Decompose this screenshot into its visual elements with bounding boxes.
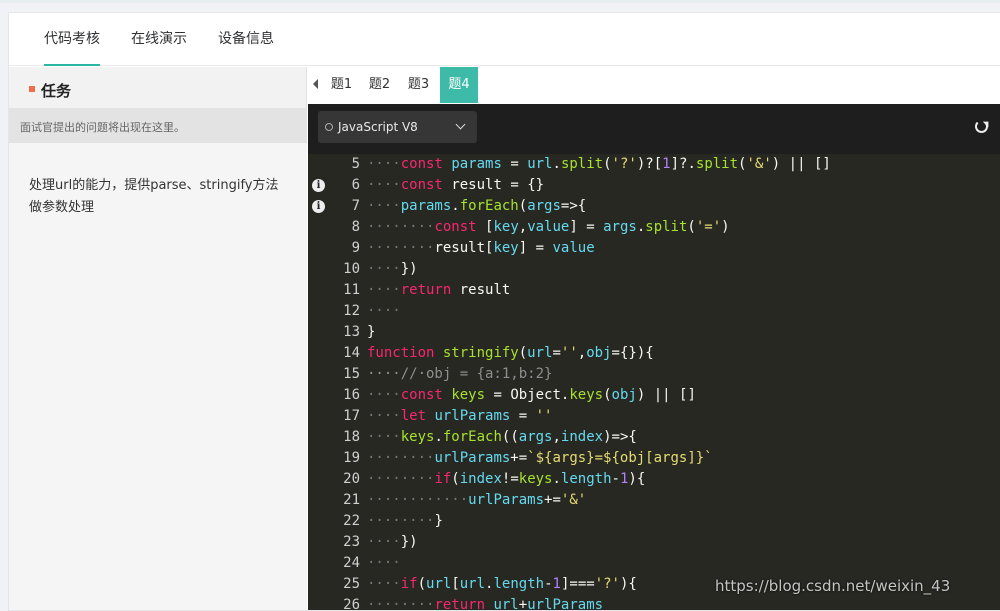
chevron-down-icon xyxy=(455,119,466,130)
line-number: 8 xyxy=(351,219,360,235)
code-text: ···· xyxy=(367,303,401,319)
code-text: ···· xyxy=(367,555,401,571)
line-number: 26 xyxy=(343,597,360,611)
code-text: ········if(index!=keys.length-1){ xyxy=(367,471,646,487)
line-number: 18 xyxy=(343,429,360,445)
code-text: ············urlParams+='&' xyxy=(367,492,587,508)
line-number: 16 xyxy=(343,387,360,403)
code-text: ········urlParams+=`${args}=${obj[args]}… xyxy=(367,450,713,466)
code-editor: JavaScript V8 5 ····const params = url.sp… xyxy=(308,104,1000,611)
code-text: ····params.forEach(args=>{ xyxy=(367,198,587,214)
tab-device-info[interactable]: 设备信息 xyxy=(218,29,274,66)
code-text: ····if(url[url.length-1]==='?'){ xyxy=(367,576,637,592)
code-line[interactable]: 8 ········const [key,value] = args.split(… xyxy=(308,217,1000,238)
line-number: 7 xyxy=(351,198,360,214)
code-area[interactable]: 5 ····const params = url.split('?')?[1]?.… xyxy=(308,154,1000,611)
code-text: function stringify(url='',obj={}){ xyxy=(367,345,654,361)
line-number: 12 xyxy=(343,303,360,319)
editor-panel: 题1 题2 题3 题4 JavaScript V8 5 ····const par… xyxy=(308,67,1000,611)
line-number: 14 xyxy=(343,345,360,361)
code-text: ····}) xyxy=(367,534,418,550)
code-line[interactable]: 15 ····//·obj = {a:1,b:2} xyxy=(308,364,1000,385)
language-select[interactable]: JavaScript V8 xyxy=(318,111,477,143)
code-line[interactable]: 9 ········result[key] = value xyxy=(308,238,1000,259)
watermark-url: https://blog.csdn.net/weixin_43 xyxy=(715,577,951,595)
code-text: ········return url+urlParams xyxy=(367,597,604,611)
code-text: ····keys.forEach((args,index)=>{ xyxy=(367,429,637,445)
code-line[interactable]: 18 ····keys.forEach((args,index)=>{ xyxy=(308,427,1000,448)
line-number: 10 xyxy=(343,261,360,277)
watermark: https://blog.csdn.net/weixin_43 xyxy=(715,577,950,595)
editor-toolbar: JavaScript V8 xyxy=(308,104,1000,154)
main-tabs: 代码考核 在线演示 设备信息 xyxy=(9,13,1000,66)
code-text: ········result[key] = value xyxy=(367,240,595,256)
question-tabs: 题1 题2 题3 题4 xyxy=(308,67,1000,104)
code-line[interactable]: 11 ····return result xyxy=(308,280,1000,301)
language-label: JavaScript V8 xyxy=(338,120,418,134)
line-number: 13 xyxy=(343,324,360,340)
task-tip: 面试官提出的问题将出现在这里。 xyxy=(9,108,307,143)
code-line[interactable]: 14 function stringify(url='',obj={}){ xyxy=(308,343,1000,364)
tab-online-demo[interactable]: 在线演示 xyxy=(131,29,187,66)
code-text: ····const params = url.split('?')?[1]?.s… xyxy=(367,156,831,172)
code-line[interactable]: 13} xyxy=(308,322,1000,343)
line-number: 20 xyxy=(343,471,360,487)
code-text: ····const result = {} xyxy=(367,177,545,193)
code-line[interactable]: i 7 ····params.forEach(args=>{ xyxy=(308,196,1000,217)
line-number: 5 xyxy=(351,156,360,172)
line-number: 17 xyxy=(343,408,360,424)
exam-card: 代码考核 在线演示 设备信息 任务 面试官提出的问题将出现在这里。 处理url的… xyxy=(8,12,1000,611)
line-number: 11 xyxy=(343,282,360,298)
task-description: 处理url的能力，提供parse、stringify方法做参数处理 xyxy=(9,143,307,610)
top-accent-line xyxy=(0,0,1000,3)
code-text: ····const keys = Object.keys(obj) || [] xyxy=(367,387,696,403)
code-text: ····//·obj = {a:1,b:2} xyxy=(367,366,553,382)
code-line[interactable]: 19 ········urlParams+=`${args}=${obj[args… xyxy=(308,448,1000,469)
code-line[interactable]: 17 ····let urlParams = '' xyxy=(308,406,1000,427)
code-line[interactable]: 12 ···· xyxy=(308,301,1000,322)
code-text: ········const [key,value] = args.split('… xyxy=(367,219,730,235)
question-tab-1[interactable]: 题1 xyxy=(328,67,355,103)
code-line[interactable]: 22 ········} xyxy=(308,511,1000,532)
code-text: } xyxy=(367,324,376,340)
tab-code-exam[interactable]: 代码考核 xyxy=(44,29,100,66)
line-number: 25 xyxy=(343,576,360,592)
task-header: 任务 xyxy=(9,67,307,107)
code-text: ····let urlParams = '' xyxy=(367,408,553,424)
line-number: 23 xyxy=(343,534,360,550)
line-number: 15 xyxy=(343,366,360,382)
line-number: 6 xyxy=(351,177,360,193)
code-text: ····return result xyxy=(367,282,511,298)
collapse-arrow-icon[interactable] xyxy=(313,79,318,89)
line-number: 9 xyxy=(351,240,360,256)
question-tab-3[interactable]: 题3 xyxy=(405,67,432,103)
line-number: 19 xyxy=(343,450,360,466)
task-panel: 任务 面试官提出的问题将出现在这里。 处理url的能力，提供parse、stri… xyxy=(9,67,307,610)
task-title: 任务 xyxy=(41,82,72,100)
code-line[interactable]: 24 ···· xyxy=(308,553,1000,574)
code-text: ····}) xyxy=(367,261,418,277)
code-line[interactable]: 21 ············urlParams+='&' xyxy=(308,490,1000,511)
task-marker-icon xyxy=(29,86,35,92)
line-number: 21 xyxy=(343,492,360,508)
code-line[interactable]: 26 ········return url+urlParams xyxy=(308,595,1000,611)
line-number: 22 xyxy=(343,513,360,529)
code-line[interactable]: 16 ····const keys = Object.keys(obj) || [… xyxy=(308,385,1000,406)
line-number: 24 xyxy=(343,555,360,571)
code-line[interactable]: 20 ········if(index!=keys.length-1){ xyxy=(308,469,1000,490)
question-tab-2[interactable]: 题2 xyxy=(366,67,393,103)
question-tab-4[interactable]: 题4 xyxy=(440,67,478,103)
code-line[interactable]: 10 ····}) xyxy=(308,259,1000,280)
refresh-icon[interactable] xyxy=(975,120,988,133)
code-text: ········} xyxy=(367,513,443,529)
code-line[interactable]: 5 ····const params = url.split('?')?[1]?.… xyxy=(308,154,1000,175)
code-line[interactable]: 23 ····}) xyxy=(308,532,1000,553)
code-line[interactable]: i 6 ····const result = {} xyxy=(308,175,1000,196)
info-icon xyxy=(325,123,333,131)
